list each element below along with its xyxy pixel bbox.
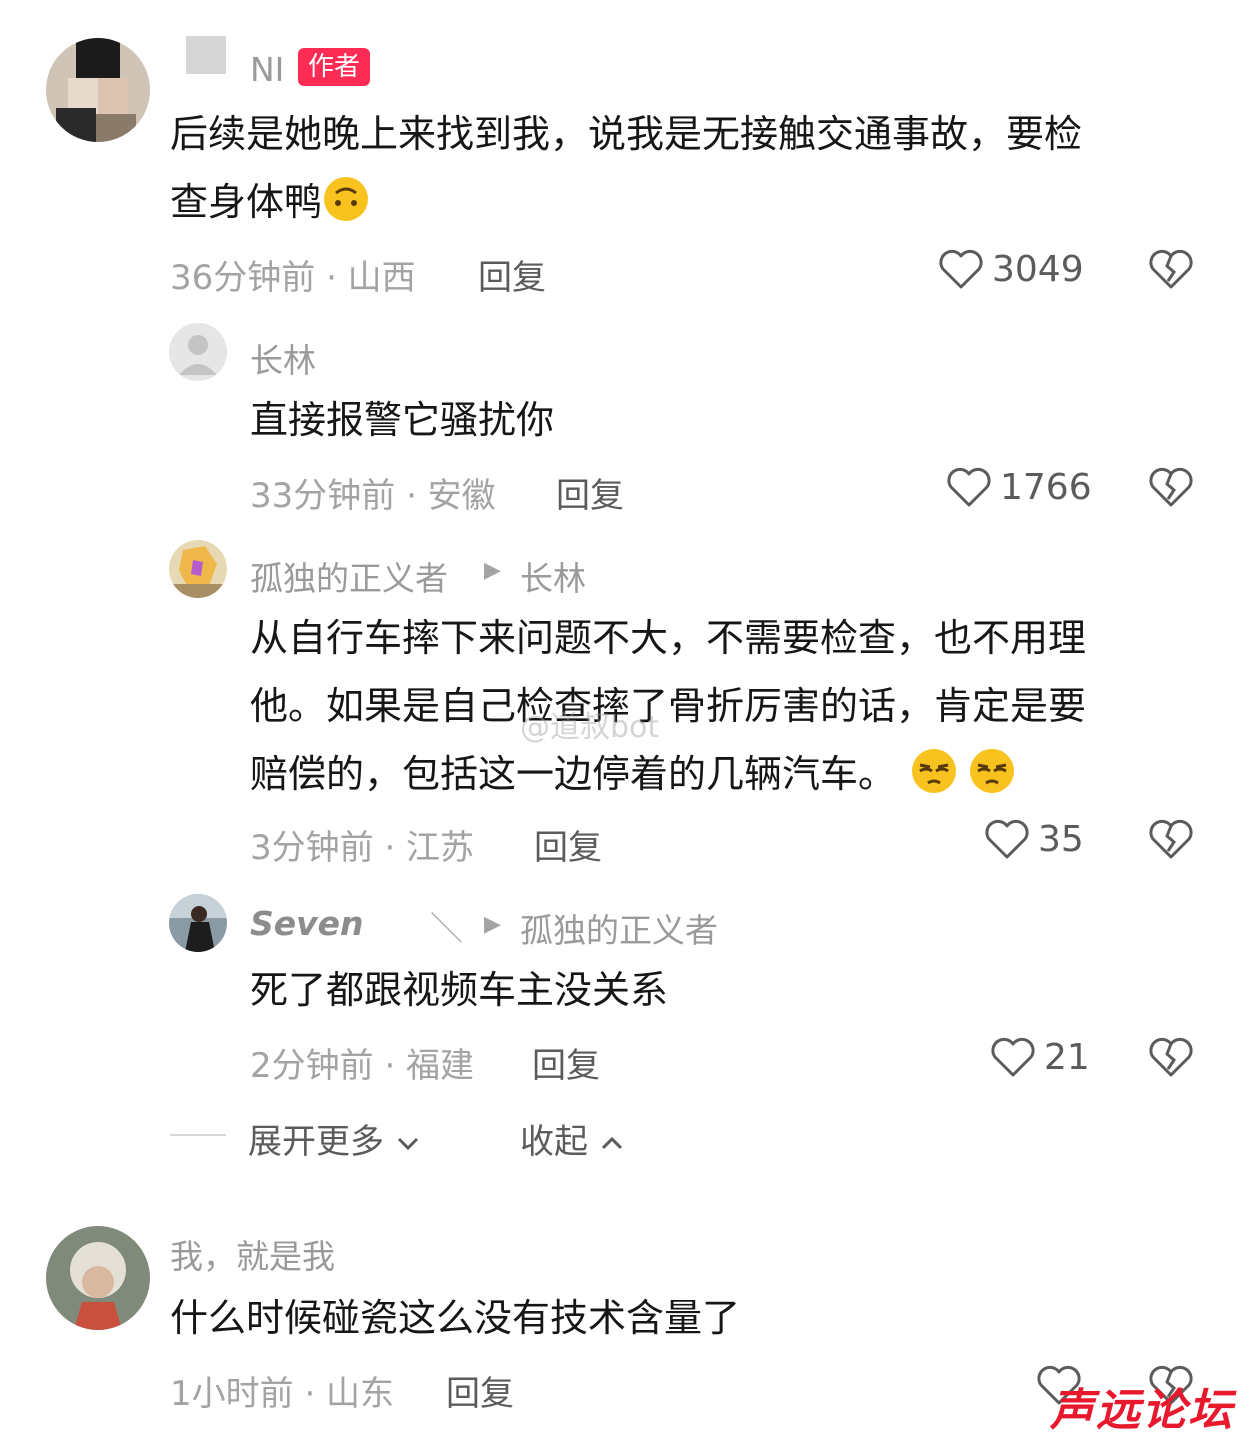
comment-text-segment: 赔偿的，包括这一边停着的几辆汽车。 — [250, 752, 897, 796]
username[interactable]: 我，就是我 — [170, 1230, 335, 1278]
upside-down-face-emoji-icon — [324, 177, 369, 221]
unamused-face-emoji-icon — [970, 749, 1015, 793]
expand-more-label: 展开更多 — [248, 1122, 384, 1162]
comment-text-segment: 查身体鸭 — [170, 180, 323, 224]
comment-text-line: 后续是她晚上来找到我，说我是无接触交通事故，要检 — [170, 112, 1083, 156]
comment-text-line: 赔偿的，包括这一边停着的几辆汽车。 — [250, 740, 1190, 808]
dislike-button[interactable] — [1148, 248, 1194, 294]
chevron-down-icon — [397, 1137, 418, 1151]
avatar[interactable] — [169, 894, 227, 952]
like-count: 1766 — [1000, 466, 1092, 508]
broken-heart-icon — [1149, 467, 1193, 507]
reply-to-username[interactable]: 孤独的正义者 — [520, 904, 718, 952]
username[interactable]: 长林 — [250, 334, 316, 382]
dislike-button[interactable] — [1148, 818, 1194, 864]
comment-text: 直接报警它骚扰你 — [250, 398, 555, 442]
timestamp-location: 1小时前 · 山东 — [170, 1374, 395, 1414]
comment-text: 从自行车摔下来问题不大，不需要检查，也不用理 他。如果是自己检查摔了骨折厉害的话… — [250, 604, 1190, 808]
reply-button[interactable]: 回复 — [556, 468, 624, 517]
heart-icon — [939, 249, 983, 289]
like-count: 21 — [1044, 1036, 1090, 1078]
reply-arrow-icon: ▶ — [484, 912, 501, 937]
broken-heart-icon — [1149, 819, 1193, 859]
avatar-image — [46, 38, 150, 142]
expand-more-button[interactable]: 展开更多 — [248, 1114, 421, 1163]
username[interactable]: Seven — [250, 904, 364, 943]
like-button[interactable]: 21 — [990, 1036, 1090, 1078]
like-button[interactable]: 3049 — [938, 248, 1084, 290]
name-redacted-block — [186, 36, 226, 74]
map-avatar-image — [169, 540, 227, 598]
avatar[interactable] — [46, 38, 150, 142]
divider-line — [170, 1134, 226, 1136]
broken-heart-icon — [1149, 249, 1193, 289]
comment-text: 死了都跟视频车主没关系 — [250, 968, 669, 1012]
like-count: 35 — [1038, 818, 1084, 860]
reply-arrow-icon: ▶ — [484, 558, 501, 583]
person-avatar-image — [169, 894, 227, 952]
like-button[interactable]: 1766 — [946, 466, 1092, 508]
avatar[interactable] — [46, 1226, 150, 1330]
heart-icon — [947, 467, 991, 507]
comment-text-line: 从自行车摔下来问题不大，不需要检查，也不用理 — [250, 616, 1087, 660]
like-button[interactable]: 35 — [984, 818, 1084, 860]
username-suffix: ＼ — [430, 909, 463, 948]
watermark: @道叔bot — [520, 710, 660, 745]
heart-icon — [985, 819, 1029, 859]
heart-icon — [991, 1037, 1035, 1077]
reply-to-username[interactable]: 长林 — [520, 552, 586, 600]
username[interactable]: 孤独的正义者 — [250, 552, 448, 600]
reply-button[interactable]: 回复 — [532, 1038, 600, 1087]
dislike-button[interactable] — [1148, 466, 1194, 512]
timestamp-location: 33分钟前 · 安徽 — [250, 476, 496, 516]
comment-text-line: 查身体鸭 — [170, 168, 1190, 236]
collapse-label: 收起 — [520, 1122, 588, 1162]
username[interactable]: NI — [250, 50, 284, 89]
comment-text-line: 他。如果是自己检查摔了骨折厉害的话，肯定是要 — [250, 684, 1087, 728]
reply-button[interactable]: 回复 — [534, 820, 602, 869]
reply-button[interactable]: 回复 — [446, 1366, 514, 1415]
author-badge: 作者 — [298, 48, 371, 86]
timestamp-location: 3分钟前 · 江苏 — [250, 828, 475, 868]
broken-heart-icon — [1149, 1037, 1193, 1077]
dislike-button[interactable] — [1148, 1036, 1194, 1082]
timestamp-location: 2分钟前 · 福建 — [250, 1046, 475, 1086]
avatar[interactable] — [169, 323, 227, 381]
collapse-button[interactable]: 收起 — [520, 1114, 625, 1163]
avatar[interactable] — [169, 540, 227, 598]
forum-logo: 声远论坛 — [1050, 1385, 1234, 1436]
timestamp-location: 36分钟前 · 山西 — [170, 258, 416, 298]
default-user-icon — [169, 323, 227, 381]
comment-text: 后续是她晚上来找到我，说我是无接触交通事故，要检 查身体鸭 — [170, 100, 1190, 236]
like-count: 3049 — [992, 248, 1084, 290]
person-avatar-image — [46, 1226, 150, 1330]
chevron-up-icon — [601, 1136, 622, 1150]
unamused-face-emoji-icon — [912, 749, 957, 793]
comment-text: 什么时候碰瓷这么没有技术含量了 — [170, 1296, 741, 1340]
reply-button[interactable]: 回复 — [478, 250, 546, 299]
